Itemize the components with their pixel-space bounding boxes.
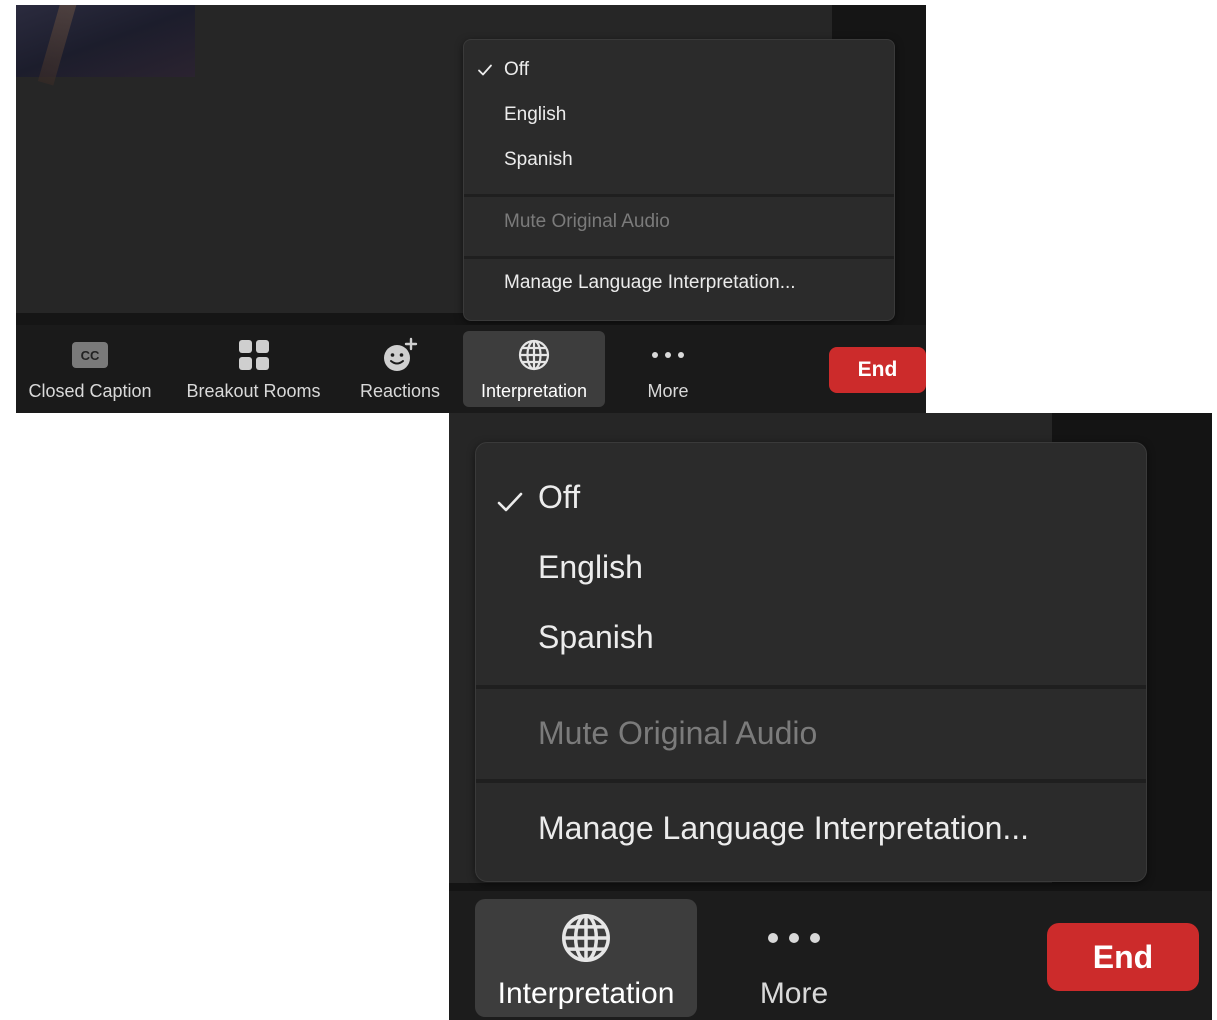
- meeting-toolbar: Interpretation More End: [449, 891, 1212, 1020]
- more-button[interactable]: More: [729, 899, 859, 1017]
- closed-caption-label: Closed Caption: [28, 381, 152, 401]
- reactions-button[interactable]: Reactions: [341, 331, 459, 407]
- interpretation-menu: Off English Spanish Mute Original Audio …: [463, 39, 895, 321]
- meeting-toolbar: CC Closed Caption Breakout Rooms Reactio…: [16, 325, 926, 413]
- meeting-window-zoomed: Off English Spanish Mute Original Audio …: [449, 413, 1212, 1020]
- closed-caption-button[interactable]: CC Closed Caption: [16, 331, 164, 407]
- interpretation-button[interactable]: Interpretation: [463, 331, 605, 407]
- menu-item-manage-interpretation[interactable]: Manage Language Interpretation...: [476, 810, 1146, 847]
- menu-item-mute-original-audio: Mute Original Audio: [538, 715, 818, 751]
- cc-icon: CC: [72, 335, 108, 375]
- menu-divider: [476, 779, 1146, 783]
- end-button[interactable]: End: [1047, 923, 1199, 991]
- globe-icon: [517, 335, 551, 375]
- more-label: More: [759, 977, 829, 1010]
- participant-thumbnail: [16, 5, 195, 77]
- grid-icon: [237, 335, 271, 375]
- globe-icon: [559, 907, 613, 969]
- menu-item-english[interactable]: English: [476, 549, 1146, 586]
- interpretation-label: Interpretation: [480, 381, 588, 401]
- more-label: More: [647, 381, 689, 401]
- menu-item-spanish[interactable]: Spanish: [476, 619, 1146, 656]
- end-button[interactable]: End: [829, 347, 926, 393]
- menu-item-off[interactable]: Off: [464, 59, 894, 81]
- breakout-rooms-label: Breakout Rooms: [186, 381, 321, 401]
- ellipsis-icon: [651, 335, 685, 375]
- menu-item-english[interactable]: English: [464, 104, 894, 126]
- menu-item-manage-interpretation[interactable]: Manage Language Interpretation...: [464, 272, 894, 294]
- interpretation-button[interactable]: Interpretation: [475, 899, 697, 1017]
- menu-divider: [476, 685, 1146, 689]
- menu-item-off[interactable]: Off: [476, 479, 1146, 516]
- menu-divider: [464, 194, 894, 197]
- menu-item-spanish[interactable]: Spanish: [464, 149, 894, 171]
- screenshot-composite: Off English Spanish Mute Original Audio …: [0, 0, 1217, 1020]
- reactions-label: Reactions: [359, 381, 441, 401]
- emoji-plus-icon: [382, 335, 418, 375]
- more-button[interactable]: More: [616, 331, 720, 407]
- menu-divider: [464, 256, 894, 259]
- interpretation-menu: Off English Spanish Mute Original Audio …: [475, 442, 1147, 882]
- meeting-window-small: Off English Spanish Mute Original Audio …: [16, 5, 926, 413]
- ellipsis-icon: [767, 907, 821, 969]
- menu-item-mute-original-audio: Mute Original Audio: [504, 211, 670, 232]
- interpretation-label: Interpretation: [497, 977, 675, 1010]
- breakout-rooms-button[interactable]: Breakout Rooms: [176, 331, 331, 407]
